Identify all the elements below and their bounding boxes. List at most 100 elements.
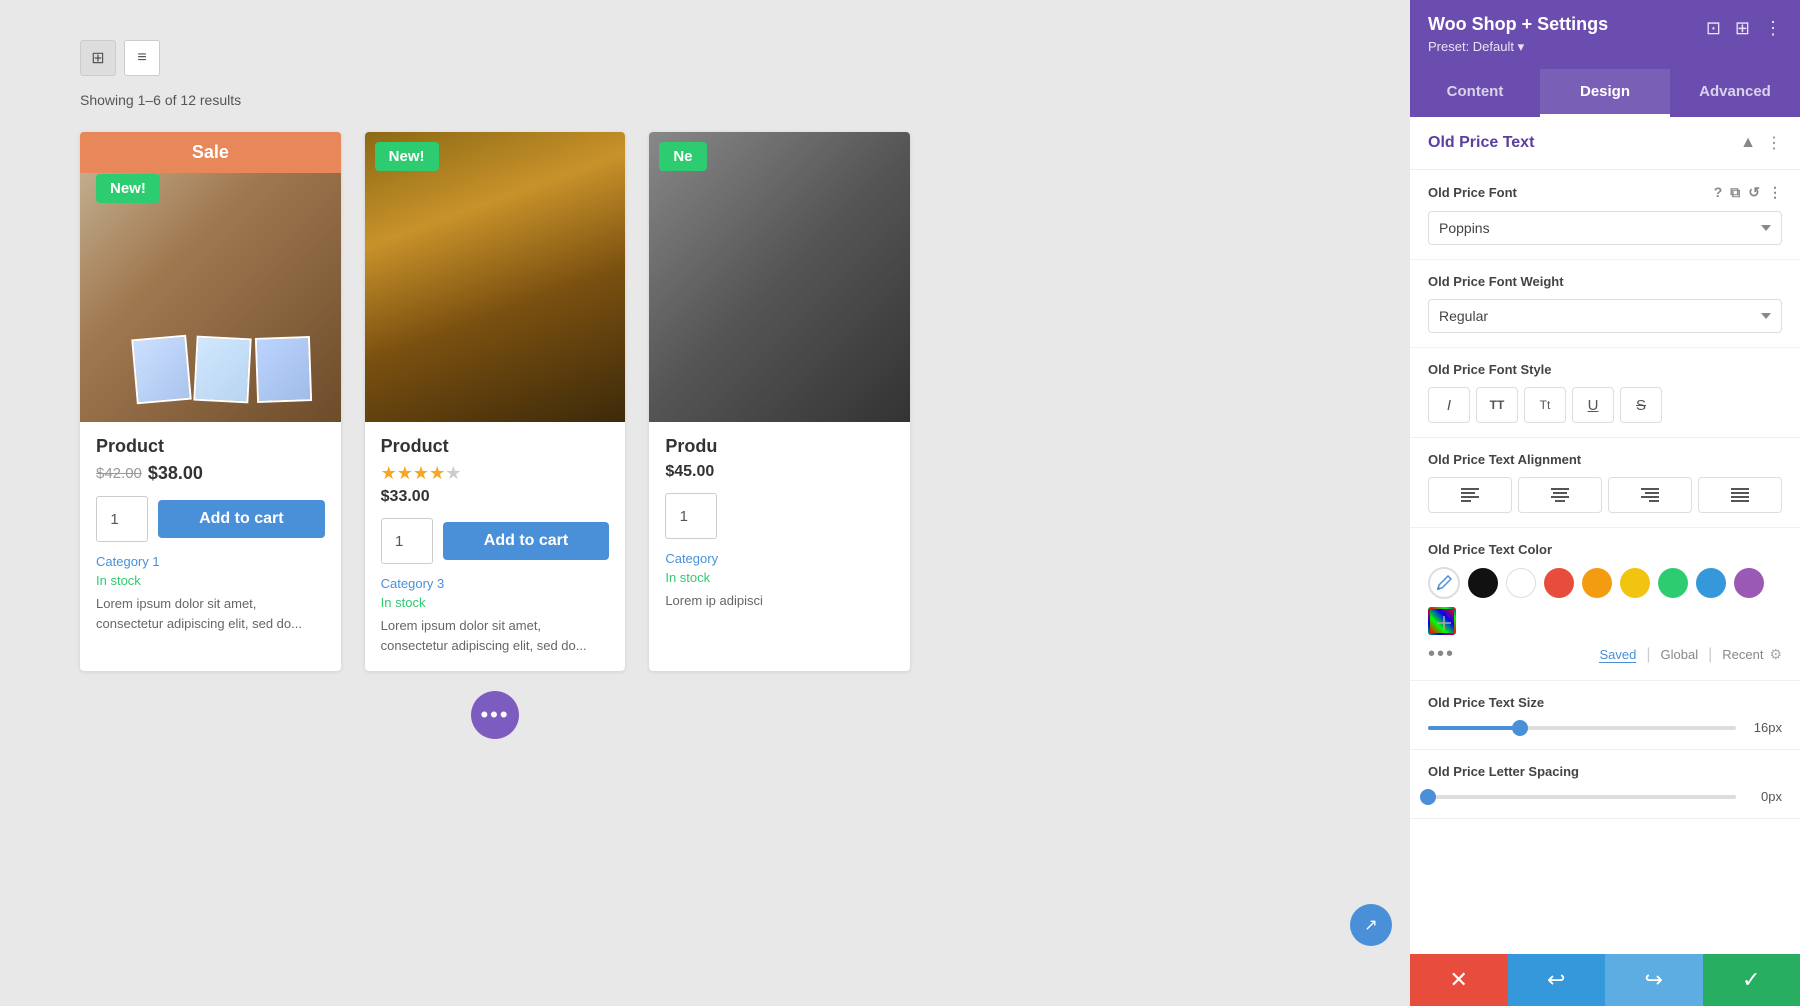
help-icon[interactable]: ? xyxy=(1714,184,1723,201)
align-buttons xyxy=(1428,477,1782,513)
color-picker-button[interactable] xyxy=(1428,567,1460,599)
more-options-icon[interactable]: ⋮ xyxy=(1764,18,1782,39)
product-card-1: Sale New! Product $42.00 $38.00 Add to c… xyxy=(80,132,341,671)
list-view-button[interactable]: ≡ xyxy=(124,40,160,76)
tab-design[interactable]: Design xyxy=(1540,69,1670,117)
product-1-image: Sale New! xyxy=(80,132,341,422)
product-2-bg xyxy=(365,132,626,422)
section-more-icon[interactable]: ⋮ xyxy=(1766,133,1782,153)
product-card-2: New! Product ★★★★★ $33.00 Add to cart Ca… xyxy=(365,132,626,671)
product-1-add-to-cart[interactable]: Add to cart xyxy=(158,500,325,538)
color-yellow[interactable] xyxy=(1620,568,1650,598)
color-green[interactable] xyxy=(1658,568,1688,598)
product-3-title: Produ xyxy=(665,436,894,457)
product-2-body: Product ★★★★★ $33.00 Add to cart Categor… xyxy=(365,422,626,671)
collapse-icon[interactable]: ▲ xyxy=(1740,134,1756,152)
align-center-button[interactable] xyxy=(1518,477,1602,513)
view-controls: ⊞ ≡ xyxy=(80,40,910,76)
product-3-category[interactable]: Category xyxy=(665,551,894,566)
color-white[interactable] xyxy=(1506,568,1536,598)
product-1-price-row: $42.00 $38.00 xyxy=(96,463,325,484)
capitalize-button[interactable]: Tt xyxy=(1524,387,1566,423)
font-label-icons: ? ⧉ ↺ ⋮ xyxy=(1714,184,1782,201)
product-3-stock: In stock xyxy=(665,570,894,585)
new-badge-1: New! xyxy=(96,174,160,203)
product-3-qty[interactable] xyxy=(665,493,717,539)
align-right-button[interactable] xyxy=(1608,477,1692,513)
product-3-price-row: $45.00 xyxy=(665,463,894,481)
align-justify-button[interactable] xyxy=(1698,477,1782,513)
italic-button[interactable]: I xyxy=(1428,387,1470,423)
underline-button[interactable]: U xyxy=(1572,387,1614,423)
layout-icon[interactable]: ⊞ xyxy=(1735,18,1750,39)
product-2-price-row: $33.00 xyxy=(381,488,610,506)
cancel-button[interactable]: ✕ xyxy=(1410,954,1508,1006)
uppercase-button[interactable]: TT xyxy=(1476,387,1518,423)
letter-spacing-slider-wrap xyxy=(1428,795,1736,799)
mini-photo-3 xyxy=(255,336,312,403)
settings-panel: Woo Shop + Settings Preset: Default ▾ ⊡ … xyxy=(1410,0,1800,1006)
panel-title: Woo Shop + Settings xyxy=(1428,14,1608,35)
confirm-button[interactable]: ✓ xyxy=(1703,954,1800,1006)
text-align-row: Old Price Text Alignment xyxy=(1410,438,1800,528)
text-size-control: 16px xyxy=(1428,720,1782,735)
font-style-label: Old Price Font Style xyxy=(1428,362,1782,377)
product-2-stars: ★★★★★ xyxy=(381,463,610,484)
action-bar: ✕ ↩ ↪ ✓ xyxy=(1410,954,1800,1006)
tab-advanced[interactable]: Advanced xyxy=(1670,69,1800,117)
panel-preset[interactable]: Preset: Default ▾ xyxy=(1428,39,1608,55)
product-3-image: Ne xyxy=(649,132,910,422)
product-1-new-price: $38.00 xyxy=(148,463,203,484)
copy-icon[interactable]: ⧉ xyxy=(1730,184,1740,201)
sale-ribbon: Sale xyxy=(80,132,341,173)
new-badge-2: New! xyxy=(375,142,439,171)
letter-spacing-value: 0px xyxy=(1746,789,1782,804)
product-2-category[interactable]: Category 3 xyxy=(381,576,610,591)
undo-button[interactable]: ↩ xyxy=(1508,954,1606,1006)
product-1-qty[interactable] xyxy=(96,496,148,542)
text-size-label: Old Price Text Size xyxy=(1428,695,1782,710)
strikethrough-button[interactable]: S xyxy=(1620,387,1662,423)
tab-content[interactable]: Content xyxy=(1410,69,1540,117)
redo-button[interactable]: ↪ xyxy=(1605,954,1703,1006)
align-left-button[interactable] xyxy=(1428,477,1512,513)
letter-spacing-control: 0px xyxy=(1428,789,1782,804)
responsive-icon[interactable]: ⊡ xyxy=(1706,18,1721,39)
color-tab-global[interactable]: Global xyxy=(1661,647,1699,662)
font-weight-row: Old Price Font Weight Regular xyxy=(1410,260,1800,348)
product-2-add-to-cart[interactable]: Add to cart xyxy=(443,522,610,560)
text-size-row: Old Price Text Size 16px xyxy=(1410,681,1800,750)
product-1-title: Product xyxy=(96,436,325,457)
color-more-icon[interactable]: ••• xyxy=(1428,643,1455,666)
color-orange[interactable] xyxy=(1582,568,1612,598)
color-custom[interactable] xyxy=(1428,607,1456,635)
font-style-buttons: I TT Tt U S xyxy=(1428,387,1782,423)
color-black[interactable] xyxy=(1468,568,1498,598)
color-blue[interactable] xyxy=(1696,568,1726,598)
font-style-row: Old Price Font Style I TT Tt U S xyxy=(1410,348,1800,438)
product-3-desc: Lorem ip adipisci xyxy=(665,591,894,611)
photo-collage xyxy=(134,337,311,402)
text-color-row: Old Price Text Color ••• xyxy=(1410,528,1800,681)
product-2-image: New! xyxy=(365,132,626,422)
text-size-value: 16px xyxy=(1746,720,1782,735)
product-card-3: Ne Produ $45.00 Category In stock Lorem … xyxy=(649,132,910,671)
color-red[interactable] xyxy=(1544,568,1574,598)
reset-icon[interactable]: ↺ xyxy=(1748,184,1760,201)
color-tab-recent[interactable]: Recent xyxy=(1722,647,1763,662)
mini-photo-2 xyxy=(193,336,251,404)
product-2-qty[interactable] xyxy=(381,518,433,564)
product-2-desc: Lorem ipsum dolor sit amet, consectetur … xyxy=(381,616,610,655)
color-purple[interactable] xyxy=(1734,568,1764,598)
font-weight-select[interactable]: Regular xyxy=(1428,299,1782,333)
more-button[interactable]: ••• xyxy=(471,691,519,739)
grid-view-button[interactable]: ⊞ xyxy=(80,40,116,76)
panel-header-icons: ⊡ ⊞ ⋮ xyxy=(1706,14,1782,39)
font-more-icon[interactable]: ⋮ xyxy=(1768,184,1782,201)
color-tab-saved[interactable]: Saved xyxy=(1599,647,1636,663)
product-1-category[interactable]: Category 1 xyxy=(96,554,325,569)
font-select[interactable]: Poppins xyxy=(1428,211,1782,245)
color-settings-icon[interactable]: ⚙ xyxy=(1769,646,1782,663)
scroll-nav-icon[interactable]: ↗ xyxy=(1350,904,1392,946)
tab-bar: Content Design Advanced xyxy=(1410,69,1800,117)
